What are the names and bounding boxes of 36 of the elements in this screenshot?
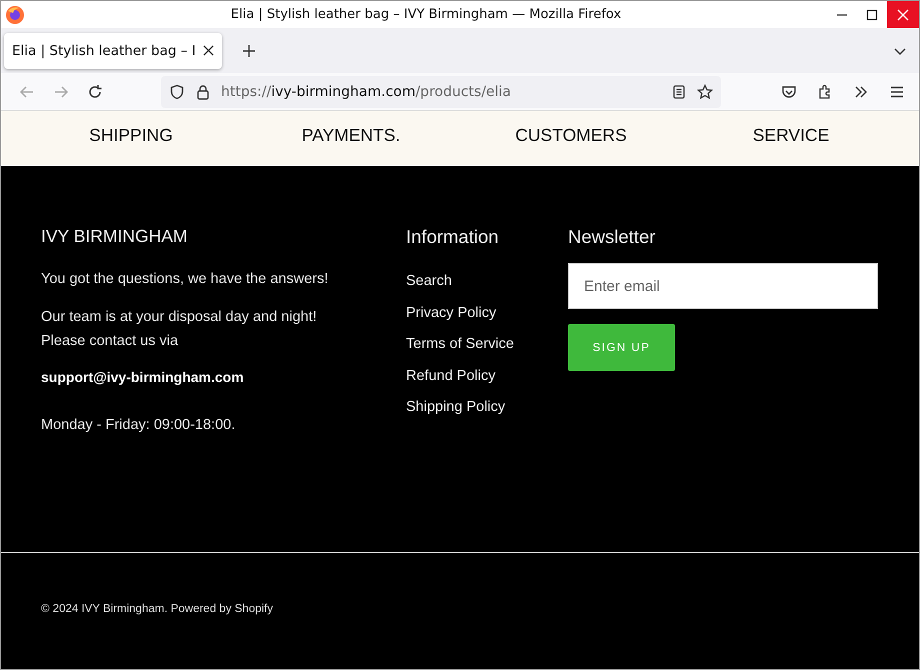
information-heading: Information [406,226,500,248]
firefox-logo-icon [5,4,25,24]
new-tab-icon[interactable] [242,44,256,58]
tagline-text: You got the questions, we have the answers! [41,270,330,289]
pocket-icon[interactable] [781,84,797,100]
contact-text: Our team is at your disposal day and night! [41,308,318,327]
copyright-text: © 2024 IVY Birmingham. Powered by Shopify [41,603,273,615]
shield-icon[interactable] [169,84,185,100]
close-icon [897,8,909,20]
footer-link[interactable]: Terms of Service [406,329,514,360]
window-title: Elia | Stylish leather bag – IVY Birmingham — Mozilla Firefox [230,7,622,22]
lock-icon[interactable] [195,84,211,100]
browser-tab[interactable]: Elia | Stylish leather bag – I [4,32,222,68]
feature-title: PAYMENTS. [302,124,400,146]
feature-title: SHIPPING [89,124,173,146]
star-icon[interactable] [697,84,713,100]
feature-title: SERVICE [752,124,830,146]
footer-link[interactable]: Shipping Policy [406,392,506,424]
address-bar[interactable]: https://ivy-birmingham.com/products/elia [161,76,721,108]
url-text: https://ivy-birmingham.com/products/elia [221,84,512,100]
footer-link[interactable]: Privacy Policy [406,298,496,329]
reader-view-icon[interactable] [671,84,687,100]
feature-title: CUSTOMERS [515,124,627,146]
hours-text: Monday - Friday: 09:00-18:00. [41,416,236,435]
overflow-icon[interactable] [853,84,869,100]
reload-icon[interactable] [87,84,103,100]
newsletter-heading: Newsletter [568,226,656,248]
email-link[interactable]: support@ivy-birmingham.com [41,365,244,389]
maximize-icon [866,8,878,20]
close-tab-icon[interactable] [203,45,214,56]
footer-link[interactable]: Search [406,266,452,298]
close-button[interactable] [887,1,919,28]
email-field[interactable]: Enter email [568,263,878,309]
footer-link[interactable]: Refund Policy [406,360,496,392]
brand-heading: IVY BIRMINGHAM [41,226,189,247]
contact-text: Please contact us via [41,332,180,351]
